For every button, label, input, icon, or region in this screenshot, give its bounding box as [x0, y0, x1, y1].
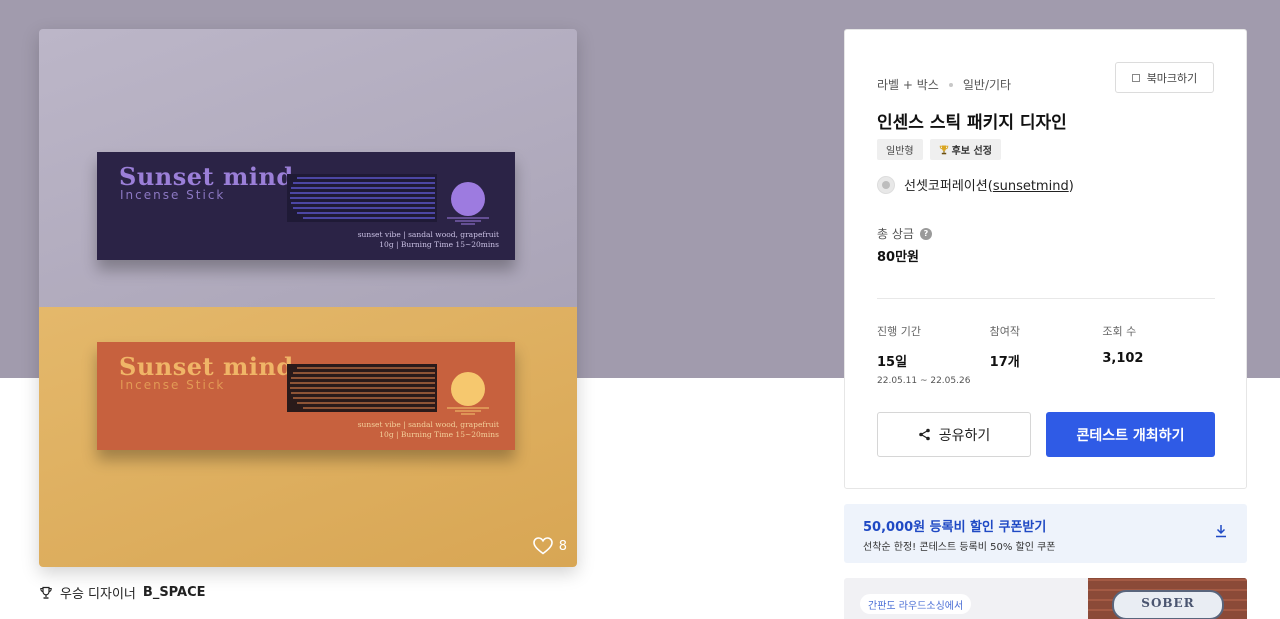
breadcrumb: 라벨 + 박스 일반/기타 [877, 76, 1011, 93]
sun-graphic [451, 372, 485, 406]
sun-graphic [451, 182, 485, 216]
host-avatar [877, 175, 895, 194]
stat-value: 3,102 [1102, 351, 1144, 366]
box-sub-text: Incense Stick [120, 378, 226, 392]
breadcrumb-separator [948, 82, 953, 87]
share-label: 공유하기 [938, 427, 991, 444]
heart-icon [532, 537, 553, 555]
bookmark-button[interactable]: 북마크하기 [1115, 62, 1214, 93]
bookmark-label: 북마크하기 [1146, 71, 1198, 85]
tag-award-label: 후보 선정 [951, 146, 992, 157]
breadcrumb-subcategory[interactable]: 일반/기타 [963, 76, 1011, 93]
contest-title: 인센스 스틱 패키지 디자인 [877, 113, 1067, 133]
stat-period: 진행 기간 15일 22.05.11 ~ 22.05.26 [877, 323, 990, 386]
contest-info-panel: 라벨 + 박스 일반/기타 북마크하기 인센스 스틱 패키지 디자인 일반형 후… [844, 29, 1247, 489]
fine-print-line: 10g | Burning Time 15~20mins [379, 430, 499, 439]
host-contest-button[interactable]: 콘테스트 개최하기 [1046, 412, 1215, 457]
like-button[interactable]: 8 [532, 537, 567, 555]
prize-label: 총 상금 [877, 227, 914, 241]
stat-label: 조회 수 [1102, 325, 1137, 338]
stat-label: 참여작 [989, 325, 1021, 338]
incense-stripes-graphic [287, 364, 437, 412]
tag-candidate-selected: 후보 선정 [929, 139, 1001, 160]
trophy-icon [40, 586, 52, 599]
ad-pill: 간판도 라우드소싱에서 [860, 594, 972, 614]
stat-value: 15일 [877, 355, 908, 370]
box-brand-text: Sunset mind [119, 162, 294, 191]
help-icon[interactable]: ? [919, 227, 932, 240]
ad-banner[interactable]: 간판도 라우드소싱에서 SOBER [844, 578, 1247, 619]
box-fine-print: sunset vibe | sandal wood, grapefruit 10… [358, 420, 499, 440]
ad-signboard-image: SOBER [1088, 578, 1247, 619]
trophy-icon [939, 145, 948, 154]
coupon-title: 50,000원 등록비 할인 쿠폰받기 [863, 520, 1047, 535]
package-box-orange: Sunset mind Incense Stick sunset vibe | … [97, 342, 515, 450]
winner-label: 우승 디자이너 [60, 587, 136, 602]
box-sub-text: Incense Stick [120, 188, 226, 202]
bookmark-icon [1131, 73, 1140, 82]
stat-views: 조회 수 3,102 [1102, 323, 1215, 386]
stat-entries: 참여작 17개 [990, 323, 1103, 386]
incense-stripes-graphic [287, 174, 437, 222]
winner-name[interactable]: B_SPACE [143, 585, 206, 600]
tag-type: 일반형 [877, 139, 923, 160]
host-name: 선셋코퍼레이션 [904, 179, 988, 194]
coupon-banner[interactable]: 50,000원 등록비 할인 쿠폰받기 선착순 한정! 콘테스트 등록비 50%… [844, 504, 1247, 563]
box-brand-text: Sunset mind [119, 352, 294, 381]
stat-value: 17개 [989, 355, 1020, 370]
download-icon[interactable] [1215, 524, 1227, 538]
box-fine-print: sunset vibe | sandal wood, grapefruit 10… [358, 230, 499, 250]
contest-stats: 진행 기간 15일 22.05.11 ~ 22.05.26 참여작 17개 조회… [877, 323, 1215, 386]
fine-print-line: sunset vibe | sandal wood, grapefruit [357, 230, 499, 239]
stat-label: 진행 기간 [877, 325, 921, 338]
stat-period-range: 22.05.11 ~ 22.05.26 [877, 376, 971, 386]
sun-reflection-graphic [447, 217, 489, 225]
breadcrumb-category[interactable]: 라벨 + 박스 [877, 76, 939, 93]
product-image[interactable]: Sunset mind Incense Stick sunset vibe | … [39, 29, 577, 567]
prize-value: 80만원 [877, 250, 920, 265]
coupon-description: 선착순 한정! 콘테스트 등록비 50% 할인 쿠폰 [863, 542, 1056, 553]
ad-sign: SOBER [1112, 590, 1224, 619]
share-icon [918, 428, 930, 441]
fine-print-line: sunset vibe | sandal wood, grapefruit [357, 420, 499, 429]
like-count: 8 [558, 538, 567, 554]
prize-label-row: 총 상금 ? [877, 225, 932, 242]
fine-print-line: 10g | Burning Time 15~20mins [379, 240, 499, 249]
host-handle-link[interactable]: sunsetmind [993, 179, 1069, 194]
sun-reflection-graphic [447, 407, 489, 415]
share-button[interactable]: 공유하기 [877, 412, 1031, 457]
host-info[interactable]: 선셋코퍼레이션(sunsetmind) [877, 175, 1074, 194]
winner-designer: 우승 디자이너 B_SPACE [39, 583, 206, 602]
contest-tags: 일반형 후보 선정 [877, 139, 1001, 160]
package-box-purple: Sunset mind Incense Stick sunset vibe | … [97, 152, 515, 260]
divider [877, 298, 1215, 299]
